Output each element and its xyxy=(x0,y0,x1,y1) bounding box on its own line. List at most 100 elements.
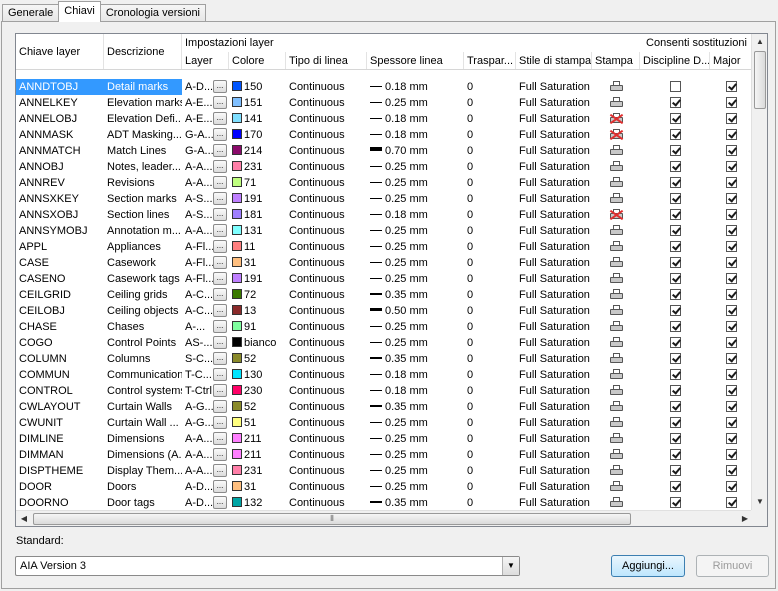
cell-major[interactable] xyxy=(710,383,753,399)
cell-major[interactable] xyxy=(710,447,753,463)
cell-stampa[interactable] xyxy=(592,127,640,143)
cell-tipo-di-linea[interactable]: Continuous xyxy=(286,271,367,287)
cell-discipline[interactable] xyxy=(640,399,710,415)
discipline-checkbox[interactable] xyxy=(669,385,681,396)
cell-tipo-di-linea[interactable]: Continuous xyxy=(286,479,367,495)
cell-layer[interactable]: A-A...... xyxy=(182,431,228,447)
cell-major[interactable] xyxy=(710,479,753,495)
cell-chiave-layer[interactable]: CWUNIT xyxy=(16,415,104,431)
printer-icon[interactable] xyxy=(609,353,623,364)
table-row[interactable]: CWLAYOUT Curtain Walls A-G...... 52 Continuo… xyxy=(16,399,753,415)
cell-trasparenza[interactable]: 0 xyxy=(464,143,516,159)
cell-colore[interactable]: 52 xyxy=(229,351,286,367)
browse-layer-button[interactable]: ... xyxy=(213,144,227,157)
scroll-up-icon[interactable]: ▲ xyxy=(752,34,767,50)
table-row[interactable]: CONTROL Control systems T-Ctrl... 230 Contin… xyxy=(16,383,753,399)
printer-icon[interactable] xyxy=(609,481,623,492)
cell-chiave-layer[interactable]: COMMUN xyxy=(16,367,104,383)
table-row[interactable]: COGO Control Points AS-...... bianco Continu… xyxy=(16,335,753,351)
cell-stampa[interactable] xyxy=(592,415,640,431)
cell-descrizione[interactable]: Casework xyxy=(104,255,182,271)
cell-tipo-di-linea[interactable]: Continuous xyxy=(286,127,367,143)
cell-tipo-di-linea[interactable]: Continuous xyxy=(286,415,367,431)
cell-chiave-layer[interactable]: APPL xyxy=(16,239,104,255)
cell-stile-di-stampa[interactable]: Full Saturation xyxy=(516,287,592,303)
cell-chiave-layer[interactable]: COLUMN xyxy=(16,351,104,367)
discipline-checkbox[interactable] xyxy=(669,273,681,284)
cell-stile-di-stampa[interactable]: Full Saturation xyxy=(516,303,592,319)
vertical-scrollbar[interactable]: ▲ ▼ xyxy=(751,34,767,510)
discipline-checkbox[interactable] xyxy=(669,225,681,236)
cell-stile-di-stampa[interactable]: Full Saturation xyxy=(516,383,592,399)
cell-stile-di-stampa[interactable]: Full Saturation xyxy=(516,367,592,383)
cell-layer[interactable]: A-Fl...... xyxy=(182,271,228,287)
cell-colore[interactable]: 170 xyxy=(229,127,286,143)
browse-layer-button[interactable]: ... xyxy=(213,112,227,125)
cell-chiave-layer[interactable]: ANNDTOBJ xyxy=(16,79,104,95)
cell-tipo-di-linea[interactable]: Continuous xyxy=(286,495,367,511)
table-row[interactable]: ANNMASK ADT Masking... G-A...... 170 Continu… xyxy=(16,127,753,143)
discipline-checkbox[interactable] xyxy=(669,417,681,428)
cell-major[interactable] xyxy=(710,431,753,447)
cell-spessore-linea[interactable]: 0.18 mm xyxy=(367,207,464,223)
cell-descrizione[interactable]: Section marks xyxy=(104,191,182,207)
major-checkbox[interactable] xyxy=(726,353,737,364)
cell-major[interactable] xyxy=(710,255,753,271)
printer-disabled-icon[interactable] xyxy=(609,129,623,141)
discipline-checkbox[interactable] xyxy=(669,113,681,124)
cell-layer[interactable]: A-D...... xyxy=(182,479,228,495)
printer-icon[interactable] xyxy=(609,449,623,460)
browse-layer-button[interactable]: ... xyxy=(213,240,227,253)
major-checkbox[interactable] xyxy=(726,289,737,300)
printer-disabled-icon[interactable] xyxy=(609,113,623,125)
cell-descrizione[interactable]: Doors xyxy=(104,479,182,495)
scroll-left-icon[interactable]: ◀ xyxy=(16,511,32,526)
table-row[interactable]: ANNELKEY Elevation marks A-E...... 151 Conti… xyxy=(16,95,753,111)
cell-stampa[interactable] xyxy=(592,239,640,255)
major-checkbox[interactable] xyxy=(726,161,737,172)
cell-stampa[interactable] xyxy=(592,351,640,367)
cell-trasparenza[interactable]: 0 xyxy=(464,127,516,143)
cell-chiave-layer[interactable]: DIMMAN xyxy=(16,447,104,463)
cell-trasparenza[interactable]: 0 xyxy=(464,239,516,255)
cell-major[interactable] xyxy=(710,351,753,367)
printer-icon[interactable] xyxy=(609,241,623,252)
cell-stampa[interactable] xyxy=(592,175,640,191)
cell-stile-di-stampa[interactable]: Full Saturation xyxy=(516,271,592,287)
major-checkbox[interactable] xyxy=(726,273,737,284)
cell-stampa[interactable] xyxy=(592,463,640,479)
cell-spessore-linea[interactable]: 0.25 mm xyxy=(367,463,464,479)
cell-stampa[interactable] xyxy=(592,271,640,287)
browse-layer-button[interactable]: ... xyxy=(213,160,227,173)
cell-tipo-di-linea[interactable]: Continuous xyxy=(286,383,367,399)
cell-descrizione[interactable]: Door tags xyxy=(104,495,182,511)
cell-trasparenza[interactable]: 0 xyxy=(464,431,516,447)
cell-stile-di-stampa[interactable]: Full Saturation xyxy=(516,351,592,367)
browse-layer-button[interactable]: ... xyxy=(213,224,227,237)
cell-colore[interactable]: 211 xyxy=(229,447,286,463)
discipline-checkbox[interactable] xyxy=(669,81,681,92)
cell-layer[interactable]: G-A...... xyxy=(182,143,228,159)
cell-spessore-linea[interactable]: 0.25 mm xyxy=(367,223,464,239)
cell-stampa[interactable] xyxy=(592,143,640,159)
cell-stampa[interactable] xyxy=(592,447,640,463)
cell-stampa[interactable] xyxy=(592,319,640,335)
cell-trasparenza[interactable]: 0 xyxy=(464,479,516,495)
browse-layer-button[interactable]: ... xyxy=(213,480,227,493)
cell-colore[interactable]: 150 xyxy=(229,79,286,95)
table-row[interactable]: COMMUN Communication T-C...... 130 Continuou… xyxy=(16,367,753,383)
cell-descrizione[interactable]: Revisions xyxy=(104,175,182,191)
cell-layer[interactable]: T-Ctrl... xyxy=(182,383,228,399)
major-checkbox[interactable] xyxy=(726,481,737,492)
cell-tipo-di-linea[interactable]: Continuous xyxy=(286,287,367,303)
cell-tipo-di-linea[interactable]: Continuous xyxy=(286,255,367,271)
cell-stile-di-stampa[interactable]: Full Saturation xyxy=(516,95,592,111)
cell-spessore-linea[interactable]: 0.25 mm xyxy=(367,319,464,335)
printer-icon[interactable] xyxy=(609,465,623,476)
browse-layer-button[interactable]: ... xyxy=(213,496,227,509)
table-row[interactable]: CEILGRID Ceiling grids A-C...... 72 Continuo… xyxy=(16,287,753,303)
cell-layer[interactable]: A-A...... xyxy=(182,175,228,191)
cell-stampa[interactable] xyxy=(592,207,640,223)
cell-trasparenza[interactable]: 0 xyxy=(464,319,516,335)
table-row[interactable]: DOOR Doors A-D...... 31 Continuous 0.25 mm 0 Fu… xyxy=(16,479,753,495)
